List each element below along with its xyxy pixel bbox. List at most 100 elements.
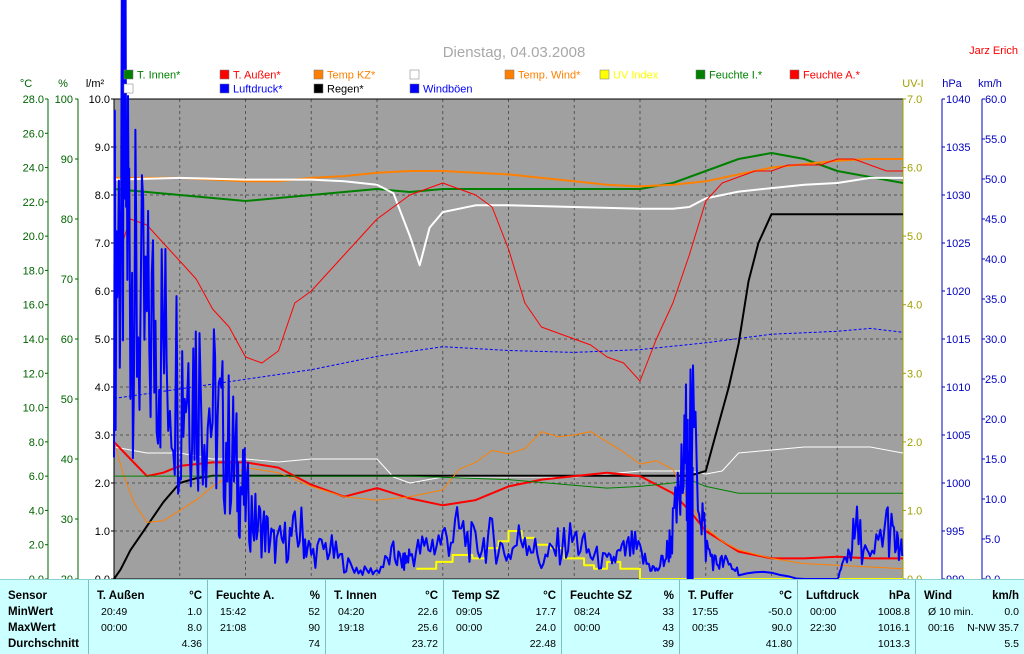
axis-tick-label: 1000 [946, 478, 970, 490]
legend-swatch [599, 69, 610, 80]
legend-swatch [219, 83, 230, 94]
axis-tick-label: 70 [61, 274, 73, 286]
stats-column-header: Luftdruck [806, 590, 860, 602]
axis-tick-label: 20.0 [985, 414, 1006, 426]
legend-label: Temp KZ* [327, 70, 376, 82]
stats-value: 1016.1 [877, 622, 910, 634]
stats-column-unit: km/h [992, 590, 1019, 602]
legend-label: T. Innen* [137, 70, 181, 82]
axis-tick-label: 5.0 [985, 534, 1000, 546]
axis-tick-label: 7.0 [95, 238, 110, 250]
stats-value: 74 [308, 638, 320, 650]
stats-column-unit: hPa [888, 590, 910, 602]
stats-time: 00:00 [456, 622, 483, 634]
axis-tick-label: 1030 [946, 190, 970, 202]
stats-value: 17.7 [535, 606, 556, 618]
stats-row-label: Durchschnitt [8, 638, 79, 650]
stats-column: T. Innen °C 04:20 22.6 19:18 25.6 23.72 [325, 580, 444, 654]
stats-value: N-NW 35.7 [967, 622, 1019, 634]
stats-time: 19:18 [338, 622, 365, 634]
stats-value: 8.0 [187, 622, 202, 634]
stats-value: 0.0 [1004, 606, 1019, 618]
axis-tick-label: 4.0 [29, 505, 44, 517]
legend-swatch [789, 69, 800, 80]
legend-label: Regen* [327, 84, 364, 96]
axis-tick-label: 5.0 [907, 231, 922, 243]
stats-column: Feuchte A.% 15:42 52 21:08 90 74 [207, 580, 326, 654]
stats-column-header: Wind [924, 590, 952, 602]
stats-value: 24.0 [535, 622, 556, 634]
stats-time: 00:00 [101, 622, 128, 634]
axis-tick-label: 10.0 [23, 403, 44, 415]
axis-tick-label: 6.0 [95, 286, 110, 298]
stats-time: 21:08 [220, 622, 247, 634]
stats-column-unit: °C [779, 590, 792, 602]
legend-swatch [219, 69, 230, 80]
axis-tick-label: 2.0 [29, 540, 44, 552]
axis-tick-label: 90 [61, 154, 73, 166]
chart-title: Dienstag, 04.03.2008 [443, 44, 586, 61]
axis-tick-label: 20.0 [23, 231, 44, 243]
axis-tick-label: 1020 [946, 286, 970, 298]
stats-time: 00:35 [692, 622, 719, 634]
axis-tick-label: 16.0 [23, 300, 44, 312]
axis-unit-label: % [58, 78, 68, 90]
axis-tick-label: 30 [61, 514, 73, 526]
stats-value: 90 [308, 622, 320, 634]
axis-tick-label: 1005 [946, 430, 970, 442]
legend-swatch [409, 69, 420, 80]
axis-unit-label: l/m² [86, 78, 105, 90]
axis-tick-label: 50.0 [985, 174, 1006, 186]
axis-tick-label: 22.0 [23, 197, 44, 209]
axis-tick-label: 40.0 [985, 254, 1006, 266]
axis-tick-label: 50 [61, 394, 73, 406]
author-label: Jarz Erich [969, 45, 1018, 57]
stats-column-header: T. Innen [334, 590, 377, 602]
stats-column-unit: °C [189, 590, 202, 602]
axis-tick-label: 1.0 [95, 526, 110, 538]
axis-tick-label: 1.0 [907, 505, 922, 517]
stats-column-header: Feuchte A. [216, 590, 275, 602]
axis-unit-label: UV-I [902, 78, 923, 90]
stats-column-header: Temp SZ [452, 590, 500, 602]
legend-label: T. Außen* [233, 70, 281, 82]
legend-swatch [313, 83, 324, 94]
stats-time: 09:05 [456, 606, 483, 618]
stats-column-unit: % [309, 590, 320, 602]
stats-time: 04:20 [338, 606, 365, 618]
legend-swatch [123, 69, 134, 80]
axis-tick-label: 4.0 [95, 382, 110, 394]
stats-row-label: MinWert [8, 606, 54, 618]
stats-column-unit: °C [543, 590, 556, 602]
legend-label: Temp. Wind* [518, 70, 581, 82]
statistics-table: Sensor MinWert MaxWert Durchschnitt T. Außen… [0, 579, 1024, 654]
axis-tick-label: 24.0 [23, 163, 44, 175]
axis-unit-label: km/h [978, 78, 1002, 90]
stats-time: 00:00 [574, 622, 601, 634]
stats-column-unit: % [663, 590, 674, 602]
axis-tick-label: 1040 [946, 94, 970, 106]
axis-tick-label: 10.0 [985, 494, 1006, 506]
axis-tick-label: 60 [61, 334, 73, 346]
stats-column-header: T. Puffer [688, 590, 734, 602]
legend-label: Feuchte I.* [709, 70, 763, 82]
axis-tick-label: 40 [61, 454, 73, 466]
axis-tick-label: 1010 [946, 382, 970, 394]
stats-time: 00:16 [928, 622, 955, 634]
legend-swatch [123, 83, 134, 94]
stats-value: 5.5 [1004, 638, 1019, 650]
stats-time: 08:24 [574, 606, 601, 618]
axis-tick-label: 8.0 [29, 437, 44, 449]
stats-time: 00:00 [810, 606, 837, 618]
stats-row-label: MaxWert [8, 622, 56, 634]
stats-value: 41.80 [765, 638, 792, 650]
axis-tick-label: 6.0 [907, 163, 922, 175]
stats-value: 90.0 [771, 622, 792, 634]
stats-value: 43 [662, 622, 674, 634]
legend-label: UV Index [613, 70, 659, 82]
stats-column: Wind km/h Ø 10 min. 0.0 00:16 N-NW 35.7 5.5 [915, 580, 1024, 654]
stats-value: 22.6 [417, 606, 438, 618]
legend-label: Feuchte SZ* [137, 84, 199, 96]
axis-tick-label: 55.0 [985, 134, 1006, 146]
legend-swatch [695, 69, 706, 80]
